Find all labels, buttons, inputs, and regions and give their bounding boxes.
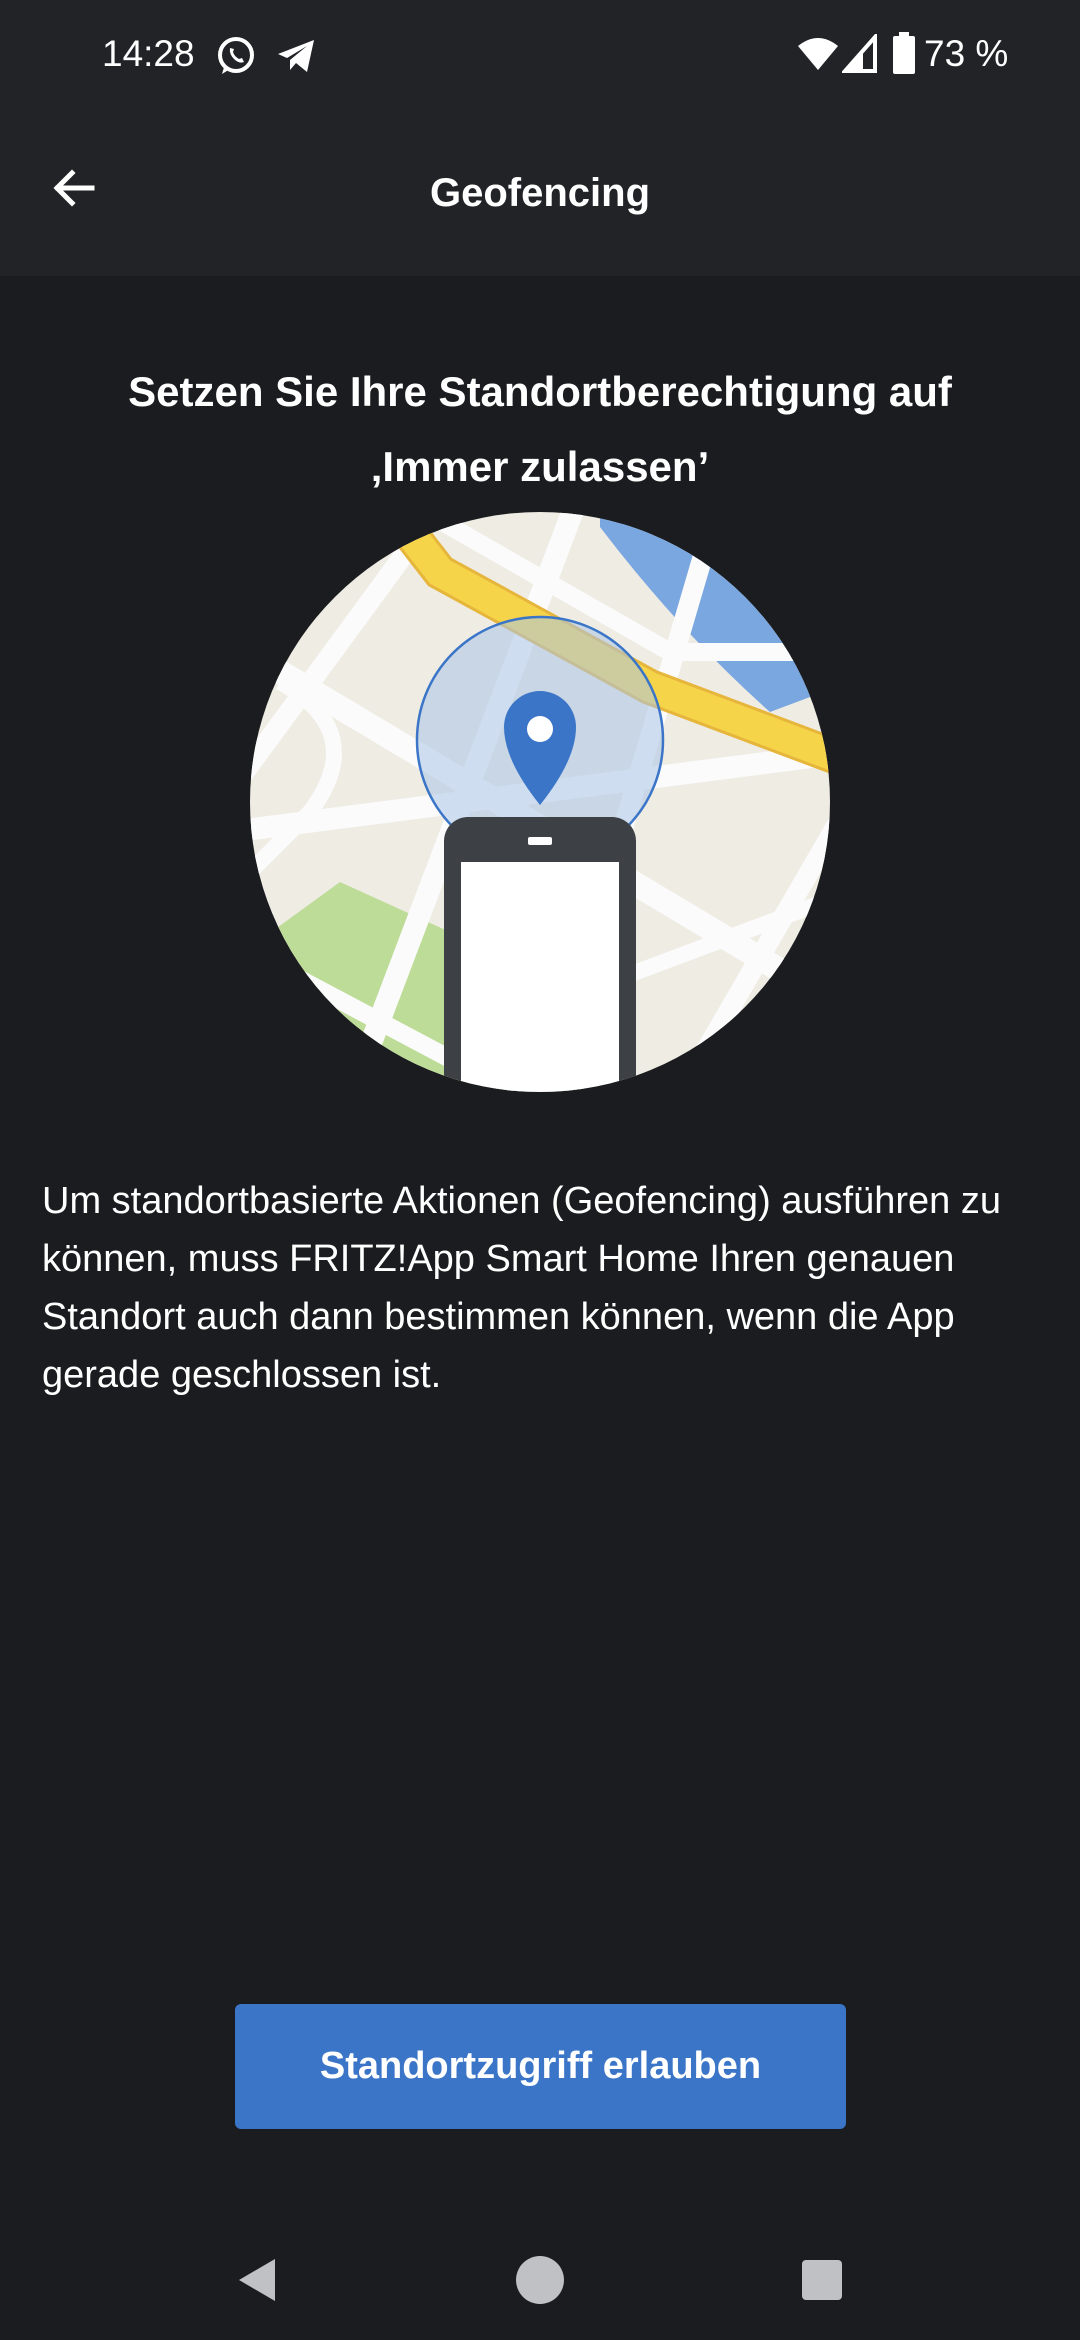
- signal-icon: [842, 34, 877, 73]
- status-bar: 14:28 73 %: [0, 0, 1080, 110]
- nav-back-button[interactable]: [218, 2240, 298, 2320]
- telegram-icon: [278, 40, 314, 72]
- arrow-left-icon: [53, 169, 95, 207]
- home-circle-icon: [516, 2256, 564, 2304]
- battery-icon: [893, 32, 915, 74]
- recents-square-icon: [802, 2260, 842, 2300]
- back-triangle-icon: [239, 2259, 275, 2301]
- allow-location-button[interactable]: Standortzugriff erlauben: [235, 2004, 846, 2129]
- headline-line-1: Setzen Sie Ihre Standortberechtigung auf: [128, 368, 952, 415]
- permission-headline: Setzen Sie Ihre Standortberechtigung auf…: [60, 354, 1020, 504]
- whatsapp-icon: [218, 37, 254, 74]
- nav-recents-button[interactable]: [782, 2240, 862, 2320]
- back-button[interactable]: [36, 150, 112, 226]
- app-bar: Geofencing: [0, 110, 1080, 276]
- map-illustration: [250, 512, 830, 1092]
- battery-percentage: 73 %: [924, 33, 1009, 74]
- status-time: 14:28: [102, 33, 195, 74]
- system-navigation-bar: [0, 2220, 1080, 2340]
- wifi-icon: [798, 38, 838, 70]
- headline-line-2: ‚Immer zulassen’: [370, 443, 710, 490]
- description-text: Um standortbasierte Aktionen (Geofencing…: [42, 1180, 1001, 1396]
- page-title: Geofencing: [429, 170, 651, 215]
- nav-home-button[interactable]: [500, 2240, 580, 2320]
